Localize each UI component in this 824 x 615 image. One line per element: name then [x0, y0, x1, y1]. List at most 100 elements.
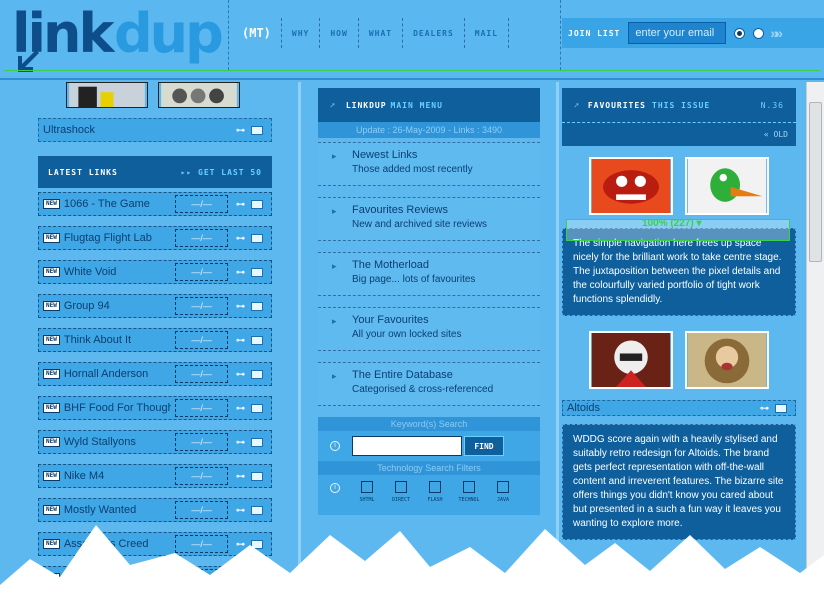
link-title[interactable]: 1066 - The Game [64, 198, 171, 210]
menu-item-title[interactable]: The Entire Database [352, 369, 493, 381]
details-icon[interactable] [251, 403, 263, 413]
key-icon[interactable]: ⊶ [236, 437, 245, 448]
key-icon[interactable]: ⊶ [236, 335, 245, 346]
latest-link-row[interactable]: NEW Mostly Wanted —/— ⊶ [38, 498, 272, 522]
key-icon[interactable]: ⊶ [236, 267, 245, 278]
latest-link-row[interactable]: NEW White Void —/— ⊶ [38, 260, 272, 284]
favourite-image[interactable] [589, 331, 673, 389]
linkdup-logo[interactable]: link dup [10, 6, 228, 76]
menu-item-title[interactable]: Favourites Reviews [352, 204, 487, 216]
info-icon[interactable]: i [330, 441, 340, 451]
key-icon[interactable]: ⊶ [760, 403, 769, 414]
key-icon[interactable]: ⊶ [236, 471, 245, 482]
list-item[interactable]: Ultrashock ⊶ [38, 118, 272, 142]
filter-checkbox[interactable] [361, 481, 373, 493]
issue-number: N.36 [760, 100, 784, 110]
main-menu-item[interactable]: ▸ Your Favourites All your own locked site… [318, 307, 540, 351]
link-title[interactable]: Wyld Stallyons [64, 436, 171, 448]
filter-checkbox[interactable] [497, 481, 509, 493]
latest-link-row[interactable]: NEW Think About It —/— ⊶ [38, 328, 272, 352]
keyword-search-input[interactable] [352, 436, 462, 456]
link-title[interactable]: Nike M4 [64, 470, 171, 482]
email-input[interactable] [628, 22, 727, 44]
details-icon[interactable] [251, 199, 263, 209]
menu-item-title[interactable]: Newest Links [352, 149, 473, 161]
details-icon[interactable] [251, 437, 263, 447]
subscribe-radio[interactable] [734, 27, 746, 39]
main-menu-item[interactable]: ▸ Newest Links Those added most recently [318, 142, 540, 186]
info-icon[interactable]: i [330, 483, 340, 493]
details-icon[interactable] [251, 233, 263, 243]
main-menu-item[interactable]: ▸ Favourites Reviews New and archived site… [318, 197, 540, 241]
latest-link-row[interactable]: NEW Wyld Stallyons —/— ⊶ [38, 430, 272, 454]
favourite-image[interactable] [685, 157, 769, 215]
find-button[interactable]: FIND [464, 436, 504, 456]
nav-how[interactable]: how [320, 18, 359, 48]
details-icon[interactable] [251, 471, 263, 481]
thumbnail-image[interactable] [158, 82, 240, 108]
latest-link-row[interactable]: NEW Group 94 —/— ⊶ [38, 294, 272, 318]
menu-item-title[interactable]: The Motherload [352, 259, 475, 271]
nav-home[interactable]: (mt) [232, 18, 282, 48]
link-title[interactable]: Group 94 [64, 300, 171, 312]
details-icon[interactable] [251, 125, 263, 135]
key-icon[interactable]: ⊶ [236, 199, 245, 210]
link-title[interactable]: Flugtag Flight Lab [64, 232, 171, 244]
key-icon[interactable]: ⊶ [236, 233, 245, 244]
link-title[interactable]: White Void [64, 266, 171, 278]
latest-link-row[interactable]: NEW Hornall Anderson —/— ⊶ [38, 362, 272, 386]
favourite-image[interactable] [685, 331, 769, 389]
rating-field[interactable]: —/— [175, 433, 228, 451]
favourite-2-name: Altoids [567, 402, 601, 414]
filter-checkbox[interactable] [463, 481, 475, 493]
link-title[interactable]: BHF Food For Thought [64, 402, 171, 414]
favourite-image[interactable] [589, 157, 673, 215]
key-icon[interactable]: ⊶ [236, 403, 245, 414]
menu-item-description: Categorised & cross-referenced [352, 384, 494, 395]
rating-field[interactable]: —/— [175, 331, 228, 349]
latest-link-row[interactable]: NEW BHF Food For Thought —/— ⊶ [38, 396, 272, 420]
scrollbar-thumb[interactable] [809, 102, 822, 262]
filter-checkbox[interactable] [395, 481, 407, 493]
rating-field[interactable]: —/— [175, 399, 228, 417]
rating-field[interactable]: —/— [175, 195, 228, 213]
details-icon[interactable] [251, 301, 263, 311]
details-icon[interactable] [251, 335, 263, 345]
get-last-50-link[interactable]: ▸▸ GET LAST 50 [181, 168, 262, 177]
old-issues-link[interactable]: « OLD [764, 130, 788, 139]
unsubscribe-radio[interactable] [753, 27, 765, 39]
nav-dealers[interactable]: dealers [403, 18, 465, 48]
nav-why[interactable]: why [282, 18, 321, 48]
list-item[interactable]: Altoids ⊶ [562, 400, 796, 416]
details-icon[interactable] [251, 505, 263, 515]
rating-field[interactable]: —/— [175, 365, 228, 383]
link-title[interactable]: Hornall Anderson [64, 368, 171, 380]
rating-field[interactable]: —/— [175, 501, 228, 519]
menu-item-title[interactable]: Your Favourites [352, 314, 462, 326]
rating-field[interactable]: —/— [175, 467, 228, 485]
details-icon[interactable] [251, 369, 263, 379]
nav-what[interactable]: what [359, 18, 404, 48]
key-icon[interactable]: ⊶ [236, 301, 245, 312]
rating-field[interactable]: —/— [175, 297, 228, 315]
rating-field[interactable]: —/— [175, 263, 228, 281]
latest-link-row[interactable]: NEW Nike M4 —/— ⊶ [38, 464, 272, 488]
join-submit-arrows-icon[interactable]: »» [770, 25, 782, 41]
latest-link-row[interactable]: NEW Flugtag Flight Lab —/— ⊶ [38, 226, 272, 250]
nav-mail[interactable]: mail [465, 18, 510, 48]
main-menu-item[interactable]: ▸ The Entire Database Categorised & cross-… [318, 362, 540, 406]
details-icon[interactable] [251, 267, 263, 277]
key-icon[interactable]: ⊶ [236, 125, 245, 136]
details-icon[interactable] [775, 403, 787, 413]
latest-link-row[interactable]: NEW 1066 - The Game —/— ⊶ [38, 192, 272, 216]
main-menu-item[interactable]: ▸ The Motherload Big page... lots of favou… [318, 252, 540, 296]
svg-text:dup: dup [114, 6, 222, 65]
rating-field[interactable]: —/— [175, 229, 228, 247]
link-title[interactable]: Think About It [64, 334, 171, 346]
thumbnail-image[interactable] [66, 82, 148, 108]
filter-checkbox[interactable] [429, 481, 441, 493]
new-badge: NEW [43, 403, 60, 413]
key-icon[interactable]: ⊶ [236, 369, 245, 380]
key-icon[interactable]: ⊶ [236, 505, 245, 516]
link-title[interactable]: Mostly Wanted [64, 504, 171, 516]
